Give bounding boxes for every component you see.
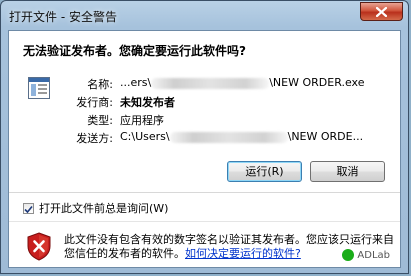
publisher-label: 发行商: [76,96,113,109]
redacted-path [169,131,288,143]
redacted-path [151,77,270,89]
name-suffix: \NEW ORDER.exe [269,76,365,89]
run-button[interactable]: 运行(R) [227,161,302,182]
watermark-text: ADLab [357,249,390,261]
name-prefix: ...ers\ [120,76,152,89]
type-value: 应用程序 [120,114,164,127]
always-ask-row[interactable]: 打开此文件前总是询问(W) [23,200,168,216]
publisher-value: 未知发布者 [120,96,175,109]
from-label: 发送方: [76,132,113,145]
program-icon [28,77,50,99]
security-warning-window: 打开文件 - 安全警告 无法验证发布者。您确定要运行此软件吗? 名称: ...e… [0,0,409,274]
from-prefix: C:\Users\ [120,130,170,143]
warning-question: 无法验证发布者。您确定要运行此软件吗? [23,44,246,58]
cancel-button[interactable]: 取消 [310,161,385,182]
name-label: 名称: [87,78,113,91]
close-button[interactable] [360,2,403,21]
checkmark-icon [24,199,33,218]
type-label: 类型: [87,114,113,127]
divider [9,221,400,222]
title-bar[interactable]: 打开文件 - 安全警告 [1,1,408,31]
from-value: C:\Users\ \NEW ORDE... [120,130,363,143]
window-title: 打开文件 - 安全警告 [9,10,117,24]
divider [9,192,400,193]
dialog-body: 无法验证发布者。您确定要运行此软件吗? 名称: ...ers\ \NEW ORDE… [8,30,401,268]
watermark: ADLab [342,249,390,261]
shield-warning-icon [26,232,52,261]
name-value: ...ers\ \NEW ORDER.exe [120,76,364,89]
always-ask-checkbox[interactable] [23,202,34,214]
close-icon [376,6,387,17]
always-ask-label[interactable]: 打开此文件前总是询问(W) [39,200,168,216]
wechat-icon [342,249,355,261]
from-suffix: \NEW ORDE... [287,130,364,143]
how-to-decide-link[interactable]: 如何决定要运行的软件? [185,247,301,260]
